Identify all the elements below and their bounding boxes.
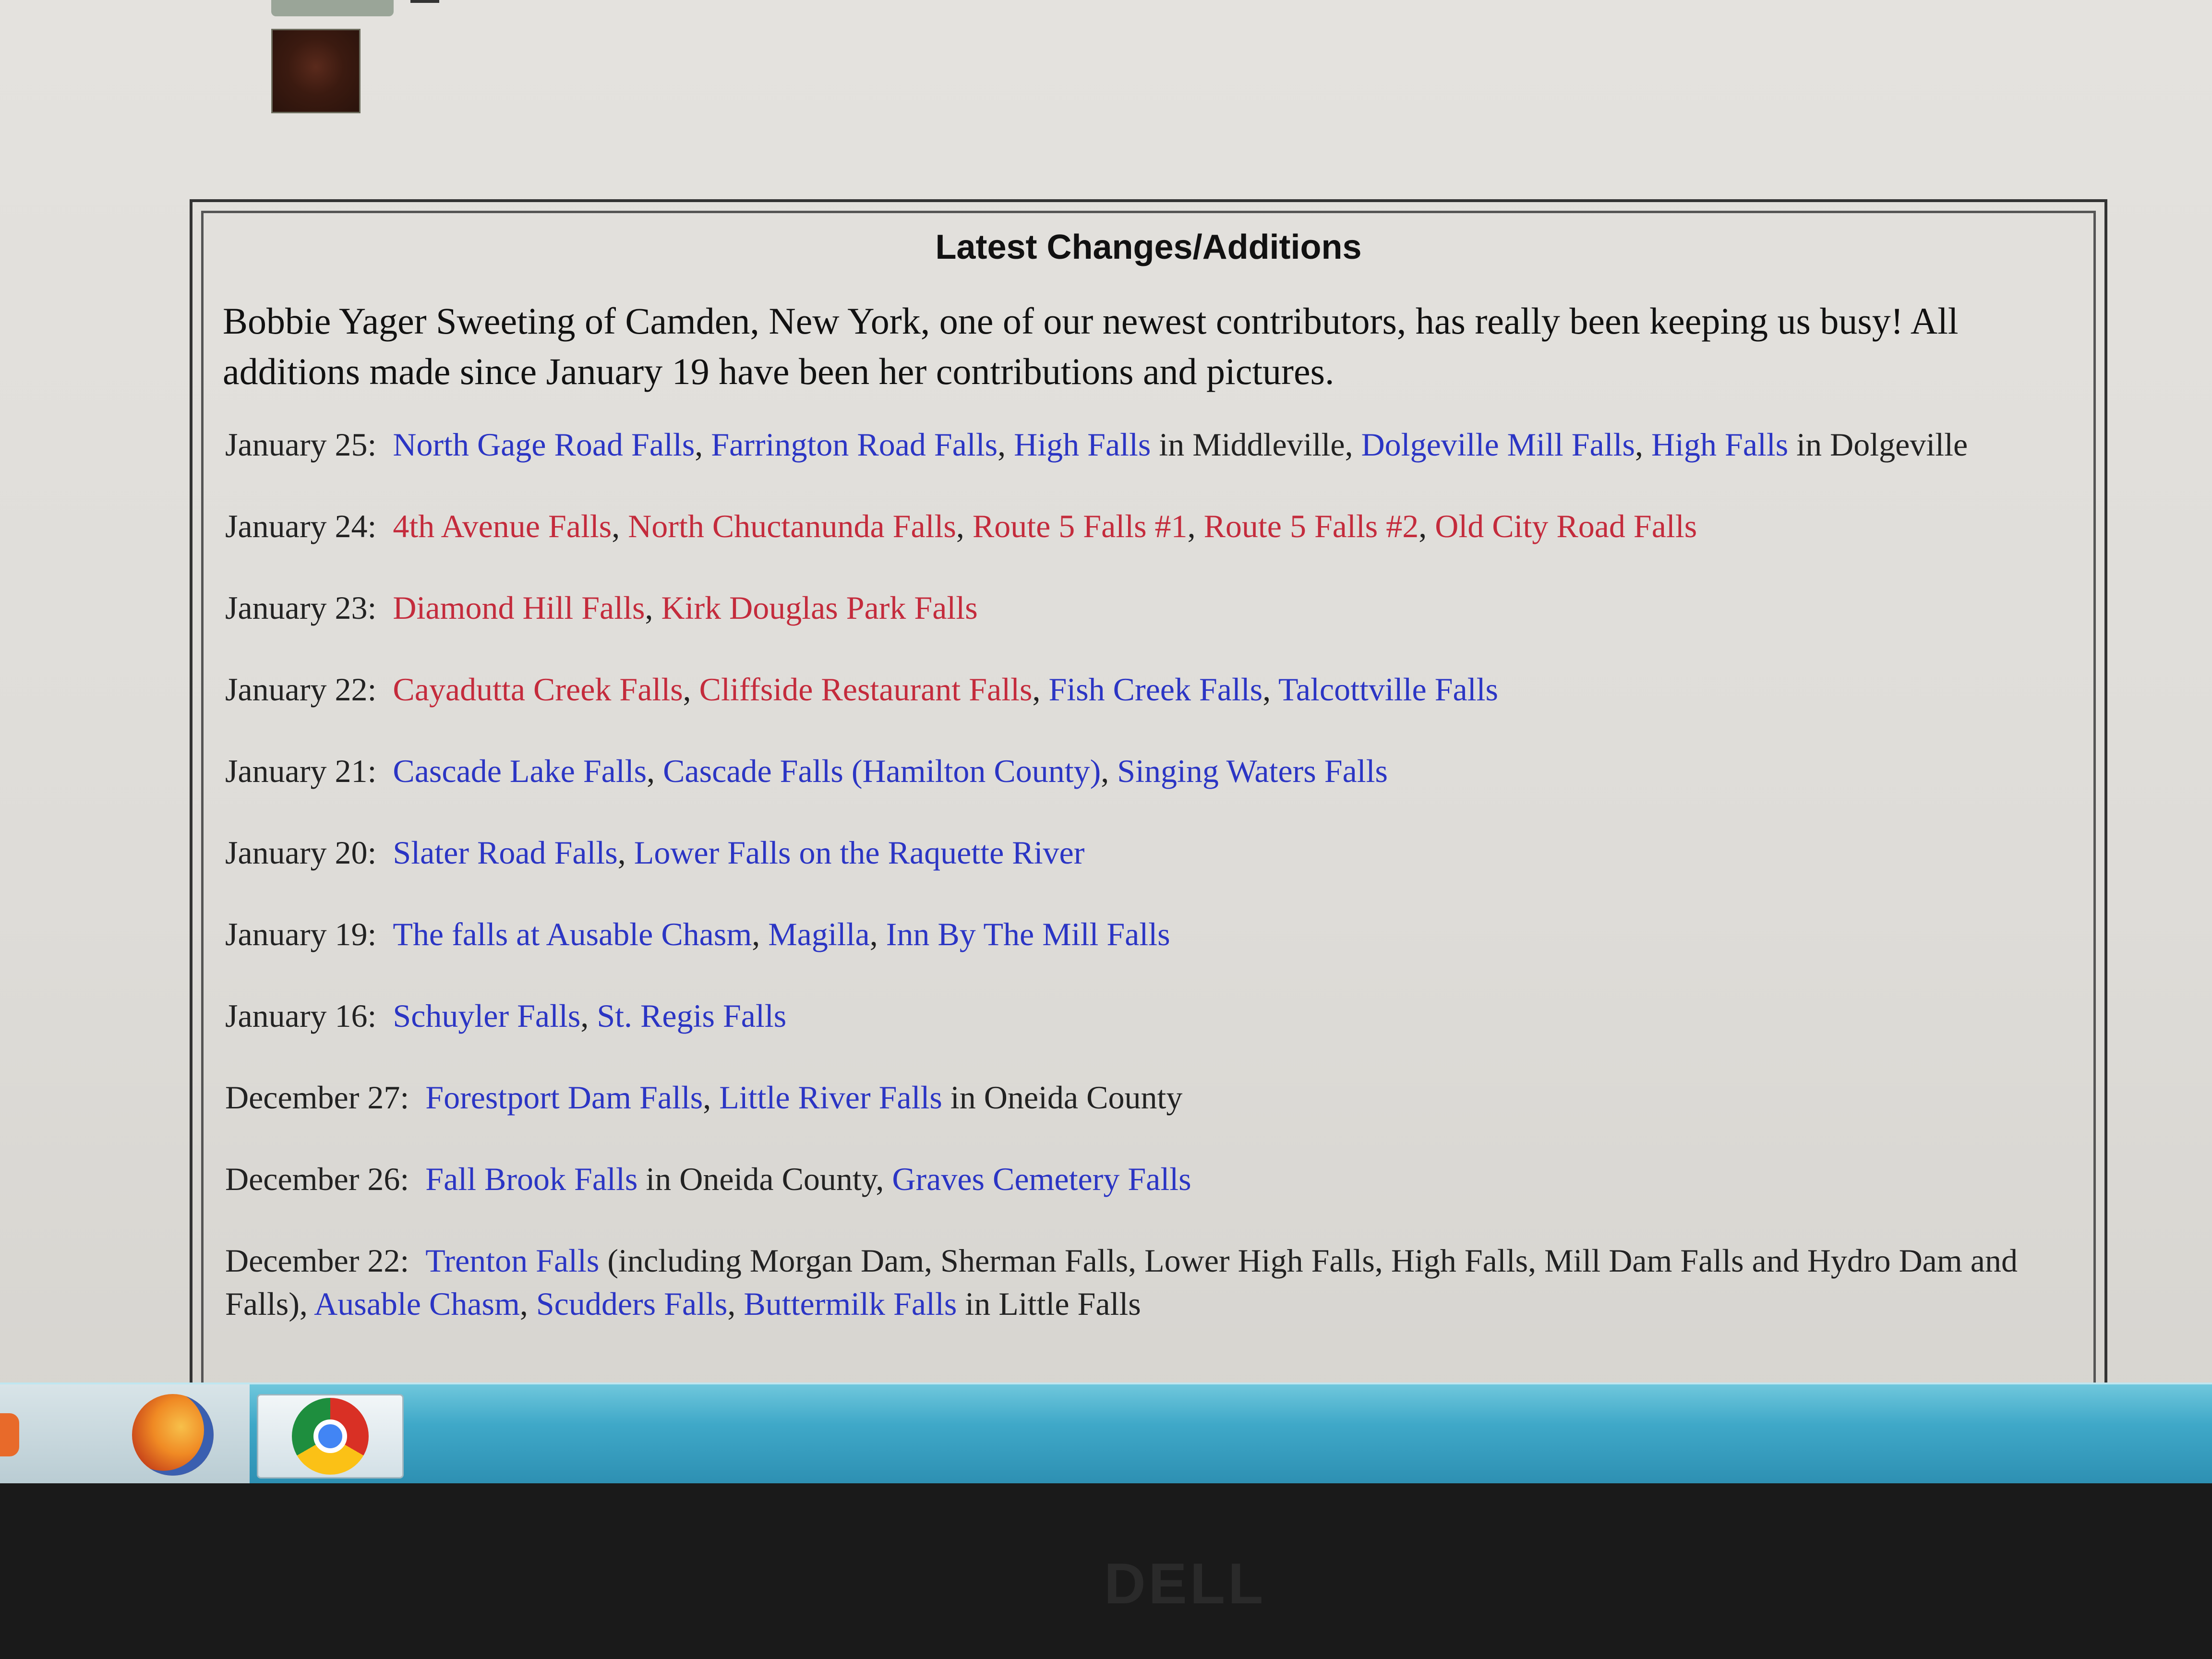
entry-date: January 24: — [225, 508, 377, 544]
entry-text: in Little Falls — [957, 1286, 1141, 1322]
entry-text: , — [869, 916, 886, 952]
waterfall-link[interactable]: Talcottville Falls — [1278, 671, 1498, 708]
latest-changes-panel-inner: Latest Changes/Additions Bobbie Yager Sw… — [201, 211, 2096, 1483]
latest-changes-panel: Latest Changes/Additions Bobbie Yager Sw… — [190, 199, 2107, 1483]
waterfall-link[interactable]: Fish Creek Falls — [1048, 671, 1262, 708]
waterfall-link[interactable]: Fall Brook Falls — [425, 1161, 637, 1197]
change-entry: December 26: Fall Brook Falls in Oneida … — [225, 1157, 2079, 1201]
monitor-brand-logo: DELL — [1104, 1551, 1266, 1616]
waterfall-link[interactable]: Forestport Dam Falls — [425, 1079, 703, 1116]
entry-text: , — [956, 508, 973, 544]
waterfall-link[interactable]: Scudders Falls — [536, 1286, 728, 1322]
waterfall-link[interactable]: Graves Cemetery Falls — [892, 1161, 1191, 1197]
entries-list: January 25: North Gage Road Falls, Farri… — [218, 423, 2079, 1325]
entry-text: in Middleville, — [1151, 426, 1361, 463]
entry-date: January 16: — [225, 998, 377, 1034]
waterfall-link[interactable]: Cayadutta Creek Falls — [393, 671, 683, 708]
entry-date: January 21: — [225, 753, 377, 789]
waterfall-link[interactable]: Buttermilk Falls — [744, 1286, 957, 1322]
entry-text: , — [617, 834, 634, 871]
waterfall-link[interactable]: Magilla — [768, 916, 870, 952]
entry-text: in Dolgeville — [1788, 426, 1968, 463]
entry-text: , — [1032, 671, 1049, 708]
change-entry: January 24: 4th Avenue Falls, North Chuc… — [225, 505, 2079, 548]
intro-paragraph: Bobbie Yager Sweeting of Camden, New Yor… — [223, 300, 1959, 392]
entry-text: in Oneida County — [942, 1079, 1183, 1116]
top-divider — [410, 0, 439, 3]
entry-text: , — [647, 753, 663, 789]
waterfall-link[interactable]: Inn By The Mill Falls — [886, 916, 1170, 952]
entry-date: January 19: — [225, 916, 377, 952]
change-entry: January 16: Schuyler Falls, St. Regis Fa… — [225, 994, 2079, 1037]
entry-date: December 22: — [225, 1242, 409, 1279]
waterfall-link[interactable]: Farrington Road Falls — [711, 426, 998, 463]
top-tab[interactable] — [271, 0, 394, 16]
waterfall-link[interactable]: Little River Falls — [719, 1079, 942, 1116]
entry-text: , — [1187, 508, 1204, 544]
waterfall-link[interactable]: Cascade Lake Falls — [393, 753, 647, 789]
entry-text: , — [1101, 753, 1118, 789]
monitor-screen: Latest Changes/Additions Bobbie Yager Sw… — [0, 0, 2212, 1483]
entry-text: , — [519, 1286, 536, 1322]
change-entry: January 23: Diamond Hill Falls, Kirk Dou… — [225, 586, 2079, 629]
waterfall-link[interactable]: Diamond Hill Falls — [393, 589, 645, 626]
entry-text: , — [1635, 426, 1652, 463]
waterfall-link[interactable]: Cliffside Restaurant Falls — [699, 671, 1033, 708]
waterfall-link[interactable]: Route 5 Falls #1 — [973, 508, 1188, 544]
entry-text: , — [1419, 508, 1435, 544]
waterfall-link[interactable]: 4th Avenue Falls — [393, 508, 612, 544]
profile-thumbnail[interactable] — [271, 29, 361, 113]
change-entry: January 22: Cayadutta Creek Falls, Cliff… — [225, 668, 2079, 711]
firefox-icon — [132, 1394, 214, 1476]
waterfall-link[interactable]: Singing Waters Falls — [1117, 753, 1388, 789]
waterfall-link[interactable]: The falls at Ausable Chasm — [393, 916, 752, 952]
entry-text: , — [695, 426, 711, 463]
waterfall-link[interactable]: Old City Road Falls — [1435, 508, 1697, 544]
waterfall-link[interactable]: Dolgeville Mill Falls — [1361, 426, 1635, 463]
chrome-icon — [292, 1398, 369, 1475]
change-entry: January 25: North Gage Road Falls, Farri… — [225, 423, 2079, 466]
taskbar-firefox-button[interactable] — [101, 1394, 245, 1476]
entry-text: , — [752, 916, 769, 952]
entry-date: January 25: — [225, 426, 377, 463]
waterfall-link[interactable]: Route 5 Falls #2 — [1204, 508, 1419, 544]
change-entry: January 20: Slater Road Falls, Lower Fal… — [225, 831, 2079, 874]
waterfall-link[interactable]: Kirk Douglas Park Falls — [661, 589, 977, 626]
entry-date: December 26: — [225, 1161, 409, 1197]
waterfall-link[interactable]: Lower Falls on the Raquette River — [634, 834, 1085, 871]
taskbar-pinned-area — [0, 1384, 250, 1483]
entry-text: , — [1262, 671, 1279, 708]
waterfall-link[interactable]: Ausable Chasm — [314, 1286, 520, 1322]
taskbar-chrome-button[interactable] — [257, 1394, 404, 1479]
entry-text: in Oneida County, — [637, 1161, 892, 1197]
waterfall-link[interactable]: Slater Road Falls — [393, 834, 617, 871]
waterfall-link[interactable]: Cascade Falls (Hamilton County) — [663, 753, 1101, 789]
waterfall-link[interactable]: High Falls — [1651, 426, 1788, 463]
media-player-icon[interactable] — [0, 1413, 19, 1456]
panel-title: Latest Changes/Additions — [935, 228, 1362, 266]
entry-text: , — [998, 426, 1014, 463]
change-entry: January 21: Cascade Lake Falls, Cascade … — [225, 749, 2079, 793]
entry-date: January 22: — [225, 671, 377, 708]
entry-text: , — [580, 998, 597, 1034]
waterfall-link[interactable]: North Gage Road Falls — [393, 426, 695, 463]
waterfall-link[interactable]: Trenton Falls — [425, 1242, 599, 1279]
entry-text: , — [645, 589, 661, 626]
waterfall-link[interactable]: High Falls — [1014, 426, 1151, 463]
change-entry: December 22: Trenton Falls (including Mo… — [225, 1239, 2079, 1325]
waterfall-link[interactable]: St. Regis Falls — [597, 998, 786, 1034]
waterfall-link[interactable]: Schuyler Falls — [393, 998, 580, 1034]
entry-text: , — [727, 1286, 744, 1322]
entry-text: , — [703, 1079, 720, 1116]
entry-text: , — [683, 671, 699, 708]
entry-date: December 27: — [225, 1079, 409, 1116]
waterfall-link[interactable]: North Chuctanunda Falls — [628, 508, 956, 544]
taskbar — [0, 1382, 2212, 1483]
entry-date: January 20: — [225, 834, 377, 871]
entry-text: , — [612, 508, 628, 544]
entry-date: January 23: — [225, 589, 377, 626]
change-entry: January 19: The falls at Ausable Chasm, … — [225, 913, 2079, 956]
change-entry: December 27: Forestport Dam Falls, Littl… — [225, 1076, 2079, 1119]
